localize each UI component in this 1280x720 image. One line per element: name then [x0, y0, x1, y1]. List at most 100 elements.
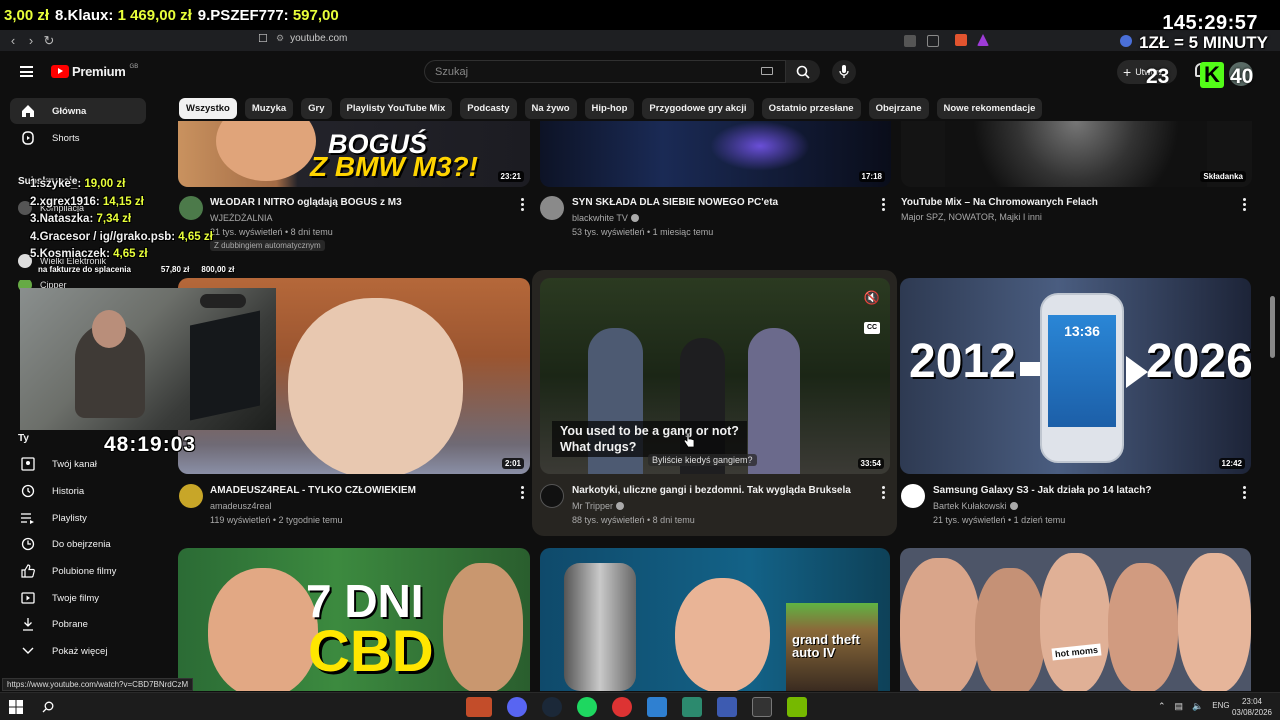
- thumb-up-icon: [20, 563, 36, 579]
- brave-shield-icon[interactable]: [955, 34, 967, 46]
- video-title[interactable]: Narkotyki, uliczne gangi i bezdomni. Tak…: [572, 485, 851, 496]
- volume-icon[interactable]: 🔈: [1192, 701, 1203, 712]
- chip[interactable]: Nowe rekomendacje: [936, 98, 1043, 119]
- channel-name[interactable]: WJEŻDŻALNIA: [210, 213, 273, 223]
- video-title[interactable]: AMADEUSZ4REAL - TYLKO CZŁOWIEKIEM: [210, 485, 416, 496]
- more-options-icon[interactable]: [881, 198, 885, 211]
- sidebar-item-liked[interactable]: Polubione filmy: [10, 558, 146, 584]
- more-options-icon[interactable]: [520, 198, 524, 211]
- chip[interactable]: Podcasty: [460, 98, 517, 119]
- search-icon[interactable]: [38, 697, 58, 717]
- brave-rewards-icon[interactable]: [977, 34, 989, 46]
- brave-browser-icon[interactable]: [466, 697, 492, 717]
- back-icon[interactable]: ‹: [4, 32, 22, 50]
- voice-search-button[interactable]: [832, 60, 856, 84]
- channel-name[interactable]: amadeusz4real: [210, 501, 272, 511]
- channel-avatar[interactable]: [179, 484, 203, 508]
- video-thumbnail[interactable]: 17:18: [540, 121, 891, 187]
- chip[interactable]: Wszystko: [179, 98, 237, 119]
- channel-avatar[interactable]: [901, 484, 925, 508]
- address-bar[interactable]: ☐ ⚙ youtube.com: [258, 33, 347, 45]
- translate-icon[interactable]: [904, 35, 916, 47]
- url-text[interactable]: youtube.com: [290, 33, 347, 44]
- channel-name[interactable]: Mr Tripper: [572, 501, 625, 511]
- video-thumbnail[interactable]: 2012 2026 13:36 12:42: [900, 278, 1251, 474]
- chip[interactable]: Gry: [301, 98, 332, 119]
- menu-icon[interactable]: [20, 66, 33, 77]
- youtube-logo[interactable]: Premium GB: [51, 64, 138, 79]
- you-header[interactable]: Ty: [18, 433, 29, 444]
- home-icon: [20, 103, 36, 119]
- network-app-icon[interactable]: [717, 697, 737, 717]
- sidebar-item-shorts[interactable]: Shorts: [10, 125, 146, 151]
- video-title[interactable]: YouTube Mix – Na Chromowanych Felach: [901, 197, 1098, 208]
- chip[interactable]: Obejrzane: [868, 98, 929, 119]
- mute-icon[interactable]: 🔇: [864, 290, 880, 306]
- sidebar-item-history[interactable]: Historia: [10, 478, 146, 504]
- chevron-up-icon[interactable]: ⌃: [1158, 701, 1166, 712]
- video-title[interactable]: Samsung Galaxy S3 - Jak działa po 14 lat…: [933, 485, 1151, 496]
- terminal-icon[interactable]: [752, 697, 772, 717]
- scrollbar-thumb[interactable]: [1270, 296, 1275, 358]
- search-button[interactable]: [786, 60, 820, 83]
- taskbar-clock[interactable]: 23:04 03/08/2026: [1232, 696, 1272, 718]
- channel-name[interactable]: Bartek Kułakowski: [933, 501, 1018, 511]
- sidebar-item-your-videos[interactable]: Twoje filmy: [10, 585, 146, 611]
- microphone-image: [200, 294, 246, 308]
- playlist-icon: [20, 510, 36, 526]
- video-title[interactable]: WŁODAR I NITRO oglądają BOGUS z M3: [210, 197, 402, 208]
- sidebar-item-downloads[interactable]: Pobrane: [10, 611, 146, 637]
- channel-name[interactable]: Major SPZ, NOWATOR, Majki I inni: [901, 212, 1042, 222]
- more-options-icon[interactable]: [881, 486, 885, 499]
- sidebar-item-playlists[interactable]: Playlisty: [10, 505, 146, 531]
- chip[interactable]: Playlisty YouTube Mix: [339, 98, 453, 119]
- search-input[interactable]: Szukaj: [424, 60, 786, 83]
- language-indicator[interactable]: ENG: [1212, 701, 1229, 712]
- network-icon[interactable]: ▤: [1175, 701, 1184, 712]
- chip[interactable]: Ostatnio przesłane: [761, 98, 861, 119]
- spotify-icon[interactable]: [577, 697, 597, 717]
- channel-name[interactable]: blackwhite TV: [572, 213, 639, 223]
- monitor-image: [190, 310, 260, 421]
- steam-icon[interactable]: [542, 697, 562, 717]
- video-thumbnail[interactable]: 7 DNI CBD: [178, 548, 530, 691]
- chip[interactable]: Przygodowe gry akcji: [642, 98, 754, 119]
- video-title[interactable]: SYN SKŁADA DLA SIEBIE NOWEGO PC'eta: [572, 197, 778, 208]
- obs-icon[interactable]: [612, 697, 632, 717]
- invoice-label: na fakturze do splacenia: [38, 265, 131, 274]
- bookmark-icon[interactable]: ☐: [258, 32, 268, 45]
- video-thumbnail[interactable]: hot moms: [900, 548, 1251, 691]
- captions-icon[interactable]: CC: [864, 322, 880, 334]
- sidebar-item-watch-later[interactable]: Do obejrzenia: [10, 531, 146, 557]
- donor-amount: 4,65 zł: [178, 230, 213, 243]
- site-info-icon[interactable]: ⚙: [276, 33, 284, 44]
- reload-icon[interactable]: ↻: [40, 32, 58, 50]
- chip[interactable]: Hip-hop: [584, 98, 635, 119]
- channel-avatar[interactable]: [540, 484, 564, 508]
- discord-icon[interactable]: [507, 697, 527, 717]
- video-thumbnail[interactable]: BOGUŚ Z BMW M3?! 23:21: [178, 121, 530, 187]
- channel-avatar[interactable]: [540, 196, 564, 220]
- windows-start-icon[interactable]: [6, 697, 26, 717]
- sidebar-item-label: Playlisty: [52, 512, 87, 524]
- more-options-icon[interactable]: [1242, 486, 1246, 499]
- video-meta: 53 tys. wyświetleń • 1 miesiąc temu: [572, 227, 714, 237]
- cast-icon[interactable]: [927, 35, 939, 47]
- video-preview[interactable]: 🔇 CC You used to be a gang or not? What …: [540, 278, 890, 474]
- nvidia-icon[interactable]: [787, 697, 807, 717]
- extension-icon[interactable]: [1120, 35, 1132, 47]
- video-thumbnail[interactable]: Składanka: [901, 121, 1252, 187]
- app-icon[interactable]: [682, 697, 702, 717]
- vscode-icon[interactable]: [647, 697, 667, 717]
- youtube-masthead: Premium GB Szukaj: [0, 51, 1280, 93]
- more-options-icon[interactable]: [1242, 198, 1246, 211]
- keyboard-icon[interactable]: [761, 67, 773, 75]
- video-meta: 21 tys. wyświetleń • 1 dzień temu: [933, 515, 1066, 525]
- sidebar-item-show-more[interactable]: Pokaż więcej: [10, 638, 146, 664]
- sidebar-item-home[interactable]: Główna: [10, 98, 146, 124]
- chip[interactable]: Na żywo: [524, 98, 577, 119]
- more-options-icon[interactable]: [520, 486, 524, 499]
- video-thumbnail[interactable]: grand theft auto IV: [540, 548, 890, 691]
- forward-icon[interactable]: ›: [22, 32, 40, 50]
- chip[interactable]: Muzyka: [244, 98, 294, 119]
